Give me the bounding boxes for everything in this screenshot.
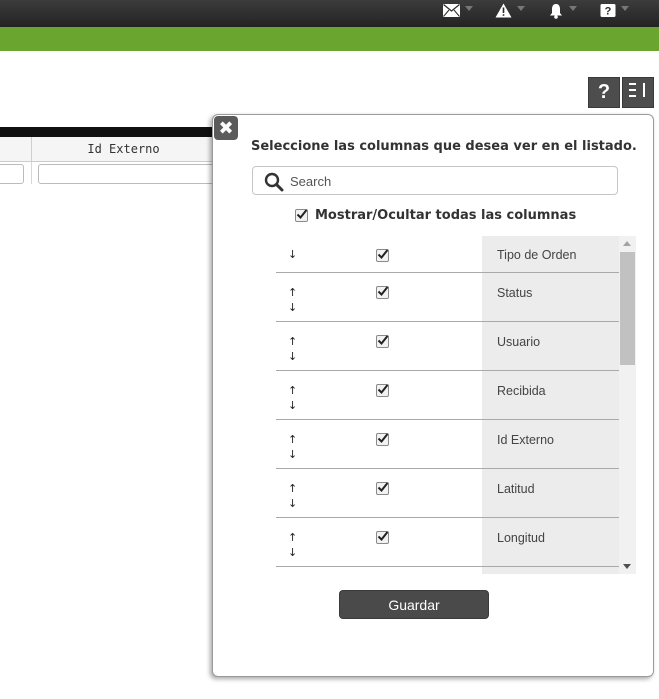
scrollbar-thumb[interactable] <box>620 252 635 365</box>
move-up-arrow-icon[interactable]: ↑ <box>288 482 297 495</box>
toggle-all-columns[interactable]: Mostrar/Ocultar todas las columnas <box>295 208 576 223</box>
move-down-arrow-icon[interactable]: ↓ <box>288 350 297 363</box>
column-divider <box>31 162 32 184</box>
columns-toggle-icon <box>628 81 648 104</box>
column-label: Id Externo <box>497 433 554 447</box>
reorder-controls: ↑ ↓ <box>288 273 302 321</box>
toggle-all-checkbox[interactable] <box>295 209 308 222</box>
move-down-arrow-icon[interactable]: ↓ <box>288 301 297 314</box>
reorder-controls: ↑ ↓ <box>288 518 302 566</box>
move-down-arrow-icon[interactable]: ↓ <box>288 448 297 461</box>
move-up-arrow-icon[interactable]: ↑ <box>288 433 297 446</box>
move-down-arrow-icon[interactable]: ↓ <box>288 399 297 412</box>
move-up-arrow-icon[interactable]: ↑ <box>288 335 297 348</box>
column-visible-checkbox[interactable] <box>376 335 389 348</box>
reorder-controls: ↑ ↓ <box>288 469 302 517</box>
table-header: Id Externo <box>0 137 215 162</box>
alerts-menu[interactable] <box>495 3 525 23</box>
move-up-arrow-icon[interactable]: ↑ <box>288 286 297 299</box>
column-visible-checkbox[interactable] <box>376 249 389 262</box>
column-list: ↓ Tipo de Orden ↑ ↓ Status ↑ ↓ Usuario ↑ ↓ Recibid… <box>276 236 636 574</box>
column-header-id-externo[interactable]: Id Externo <box>32 137 215 161</box>
column-visible-checkbox[interactable] <box>376 286 389 299</box>
help-menu[interactable]: ? <box>600 3 629 23</box>
save-button-label: Guardar <box>388 596 440 613</box>
move-down-arrow-icon[interactable]: ↓ <box>288 497 297 510</box>
move-up-arrow-icon[interactable]: ↑ <box>288 531 297 544</box>
scroll-down-arrow-icon[interactable] <box>623 564 631 569</box>
help-button[interactable]: ? <box>588 77 620 108</box>
column-row: ↑ ↓ Status <box>276 273 619 322</box>
move-down-arrow-icon[interactable]: ↓ <box>288 248 297 261</box>
table-header-bar <box>0 127 215 137</box>
mail-icon <box>443 4 460 22</box>
chevron-down-icon <box>569 5 577 11</box>
scroll-up-arrow-icon[interactable] <box>623 241 631 246</box>
reorder-controls: ↑ ↓ <box>288 420 302 468</box>
column-visible-checkbox[interactable] <box>376 531 389 544</box>
bell-icon <box>548 3 564 24</box>
mail-menu[interactable] <box>443 3 473 23</box>
reorder-controls: ↑ ↓ <box>288 371 302 419</box>
column-row: ↑ ↓ Recibida <box>276 371 619 420</box>
column-label: Usuario <box>497 335 541 349</box>
columns-toggle-button[interactable] <box>622 77 654 108</box>
chevron-down-icon <box>621 5 629 11</box>
column-visible-checkbox[interactable] <box>376 482 389 495</box>
column-label: Recibida <box>497 384 546 398</box>
column-label: Longitud <box>497 531 545 545</box>
close-icon: ✖ <box>218 117 234 138</box>
search-input[interactable] <box>288 170 612 193</box>
reorder-controls: ↑ ↓ <box>288 322 302 370</box>
column-row: ↑ ↓ Latitud <box>276 469 619 518</box>
help-button-label: ? <box>597 81 611 103</box>
column-label: Latitud <box>497 482 535 496</box>
top-navbar: ? <box>0 0 659 27</box>
column-row: ↑ ↓ Usuario <box>276 322 619 371</box>
search-icon <box>264 172 284 192</box>
accent-bar <box>0 27 659 51</box>
notifications-menu[interactable] <box>548 3 577 23</box>
column-label: Status <box>497 286 533 300</box>
svg-text:?: ? <box>605 5 612 17</box>
close-button[interactable]: ✖ <box>214 116 238 140</box>
id-externo-filter-input[interactable] <box>38 164 230 184</box>
chevron-down-icon <box>517 5 525 11</box>
column-filter-input[interactable] <box>0 164 24 184</box>
save-button[interactable]: Guardar <box>339 590 489 619</box>
search-box <box>252 166 618 195</box>
toggle-all-label: Mostrar/Ocultar todas las columnas <box>315 208 577 223</box>
warning-icon <box>495 3 512 23</box>
column-visible-checkbox[interactable] <box>376 384 389 397</box>
column-visible-checkbox[interactable] <box>376 433 389 446</box>
help-icon: ? <box>600 3 616 24</box>
move-up-arrow-icon[interactable]: ↑ <box>288 384 297 397</box>
column-row: ↑ ↓ Longitud <box>276 518 619 567</box>
column-row: ↑ ↓ Id Externo <box>276 420 619 469</box>
column-picker-title: Seleccione las columnas que desea ver en… <box>251 139 637 154</box>
column-row: ↓ Tipo de Orden <box>276 236 619 273</box>
move-down-arrow-icon[interactable]: ↓ <box>288 546 297 559</box>
chevron-down-icon <box>465 5 473 11</box>
